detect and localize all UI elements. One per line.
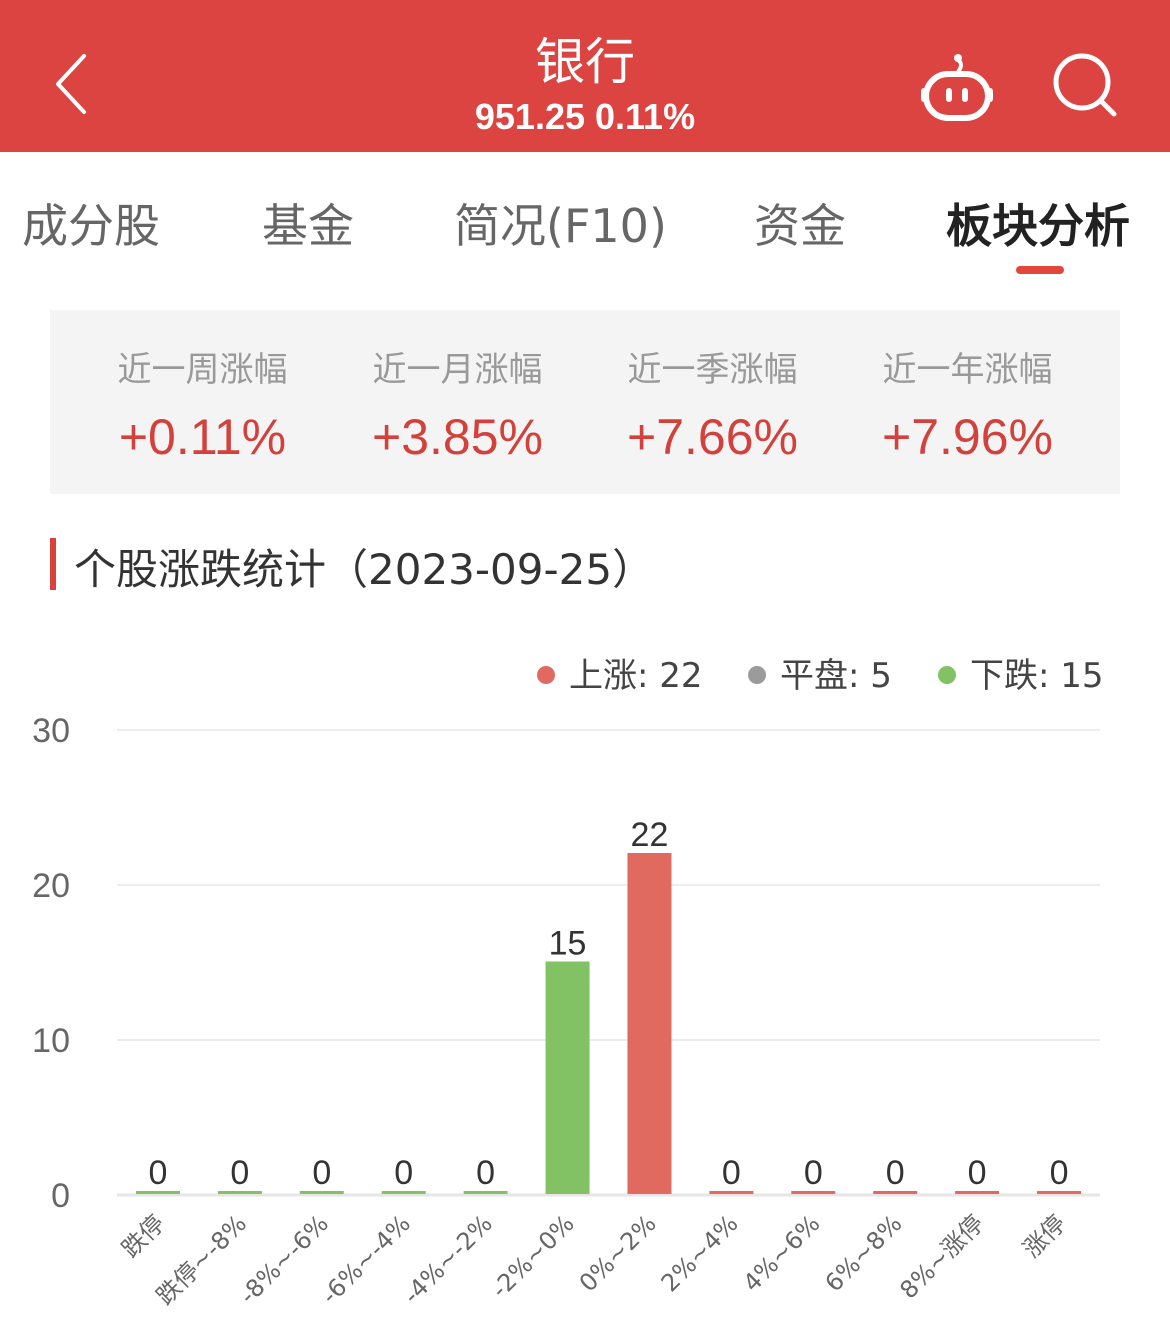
perf-quarter: 近一季涨幅 +7.66%	[585, 310, 840, 494]
x-tick-label: 4%~6%	[738, 1209, 826, 1297]
perf-label: 近一季涨幅	[627, 350, 798, 390]
perf-value: +7.96%	[882, 409, 1053, 465]
x-tick-label: -2%~0%	[486, 1209, 580, 1303]
legend-item-flat[interactable]: 平盘: 5	[748, 648, 892, 697]
bars	[135, 853, 1082, 1195]
bar-value-label: 0	[722, 1154, 741, 1192]
performance-summary: 近一周涨幅 +0.11% 近一月涨幅 +3.85% 近一季涨幅 +7.66% 近…	[50, 310, 1120, 494]
legend-item-down[interactable]: 下跌: 15	[938, 648, 1104, 697]
perf-year: 近一年涨幅 +7.96%	[840, 310, 1095, 494]
bar-value-label: 0	[968, 1154, 987, 1192]
search-icon	[1053, 53, 1117, 117]
tab-constituents[interactable]: 成分股	[22, 190, 160, 256]
y-tick-label: 10	[32, 1022, 70, 1060]
x-tick-label: -4%~-2%	[398, 1209, 498, 1309]
bar-value-label: 0	[476, 1154, 495, 1192]
bar-value-label: 0	[804, 1154, 823, 1192]
top-header: 银行 951.25 0.11%	[0, 0, 1170, 152]
search-button[interactable]	[1050, 50, 1122, 120]
perf-label: 近一月涨幅	[372, 350, 543, 390]
x-tick-label: 涨停	[1018, 1209, 1072, 1263]
bar-chart: 0 10 20 30 0 0 0 0 0 15 22 0 0 0 0 0 跌停跌停~-8%-8%~-6%-6…	[32, 712, 1100, 1310]
x-tick-label: -8%~-6%	[234, 1209, 334, 1309]
tab-profile-f10[interactable]: 简况(F10)	[454, 190, 667, 256]
x-tick-label: 8%~涨停	[894, 1209, 989, 1304]
perf-value: +3.85%	[372, 409, 543, 465]
legend-item-up[interactable]: 上涨: 22	[537, 648, 703, 697]
x-axis-labels: 跌停跌停~-8%-8%~-6%-6%~-4%-4%~-2%-2%~0%0%~2%…	[116, 1209, 1071, 1310]
bar-value-label: 0	[886, 1154, 905, 1192]
legend-label: 下跌: 15	[970, 656, 1104, 696]
active-tab-indicator	[1016, 266, 1064, 274]
tab-bar: 成分股 基金 简况(F10) 资金 板块分析	[0, 152, 1170, 282]
bar-value-label: 15	[549, 925, 587, 963]
tab-funds[interactable]: 基金	[262, 190, 354, 256]
bar-value-label: 0	[148, 1154, 167, 1192]
perf-month: 近一月涨幅 +3.85%	[330, 310, 585, 494]
perf-value: +7.66%	[627, 409, 798, 465]
legend-dot-down-icon	[938, 666, 956, 685]
section-accent-bar	[50, 538, 56, 590]
y-tick-label: 30	[32, 712, 70, 750]
legend-dot-up-icon	[537, 666, 555, 685]
bar-value-label: 0	[394, 1154, 413, 1192]
data-labels: 0 0 0 0 0 15 22 0 0 0 0 0	[148, 816, 1068, 1192]
bar-value-label: 0	[230, 1154, 249, 1192]
legend-label: 平盘: 5	[780, 656, 892, 696]
perf-label: 近一周涨幅	[117, 350, 288, 390]
x-tick-label: -6%~-4%	[316, 1209, 416, 1309]
bar-value-label: 0	[312, 1154, 331, 1192]
tab-sector-analysis[interactable]: 板块分析	[946, 190, 1130, 256]
bar-value-label: 22	[631, 816, 669, 854]
legend-label: 上涨: 22	[569, 656, 703, 696]
section-title: 个股涨跌统计（2023-09-25）	[74, 545, 655, 594]
y-tick-label: 0	[51, 1177, 70, 1215]
bar[interactable]	[627, 853, 672, 1194]
x-tick-label: 跌停	[116, 1209, 170, 1263]
x-tick-label: 跌停~-8%	[151, 1209, 252, 1310]
perf-value: +0.11%	[118, 409, 287, 465]
y-axis-ticks: 0 10 20 30	[32, 712, 70, 1215]
x-tick-label: 2%~4%	[656, 1209, 744, 1297]
bar-value-label: 0	[1050, 1154, 1069, 1192]
legend-dot-flat-icon	[748, 666, 766, 685]
x-tick-label: 0%~2%	[574, 1209, 662, 1297]
assistant-button[interactable]	[918, 50, 996, 122]
perf-label: 近一年涨幅	[882, 350, 1053, 390]
tab-capital[interactable]: 资金	[754, 190, 846, 256]
grid-lines	[117, 729, 1100, 1197]
bar[interactable]	[545, 961, 590, 1195]
robot-assistant-icon	[921, 54, 993, 121]
y-tick-label: 20	[32, 867, 70, 905]
perf-week: 近一周涨幅 +0.11%	[75, 310, 330, 494]
